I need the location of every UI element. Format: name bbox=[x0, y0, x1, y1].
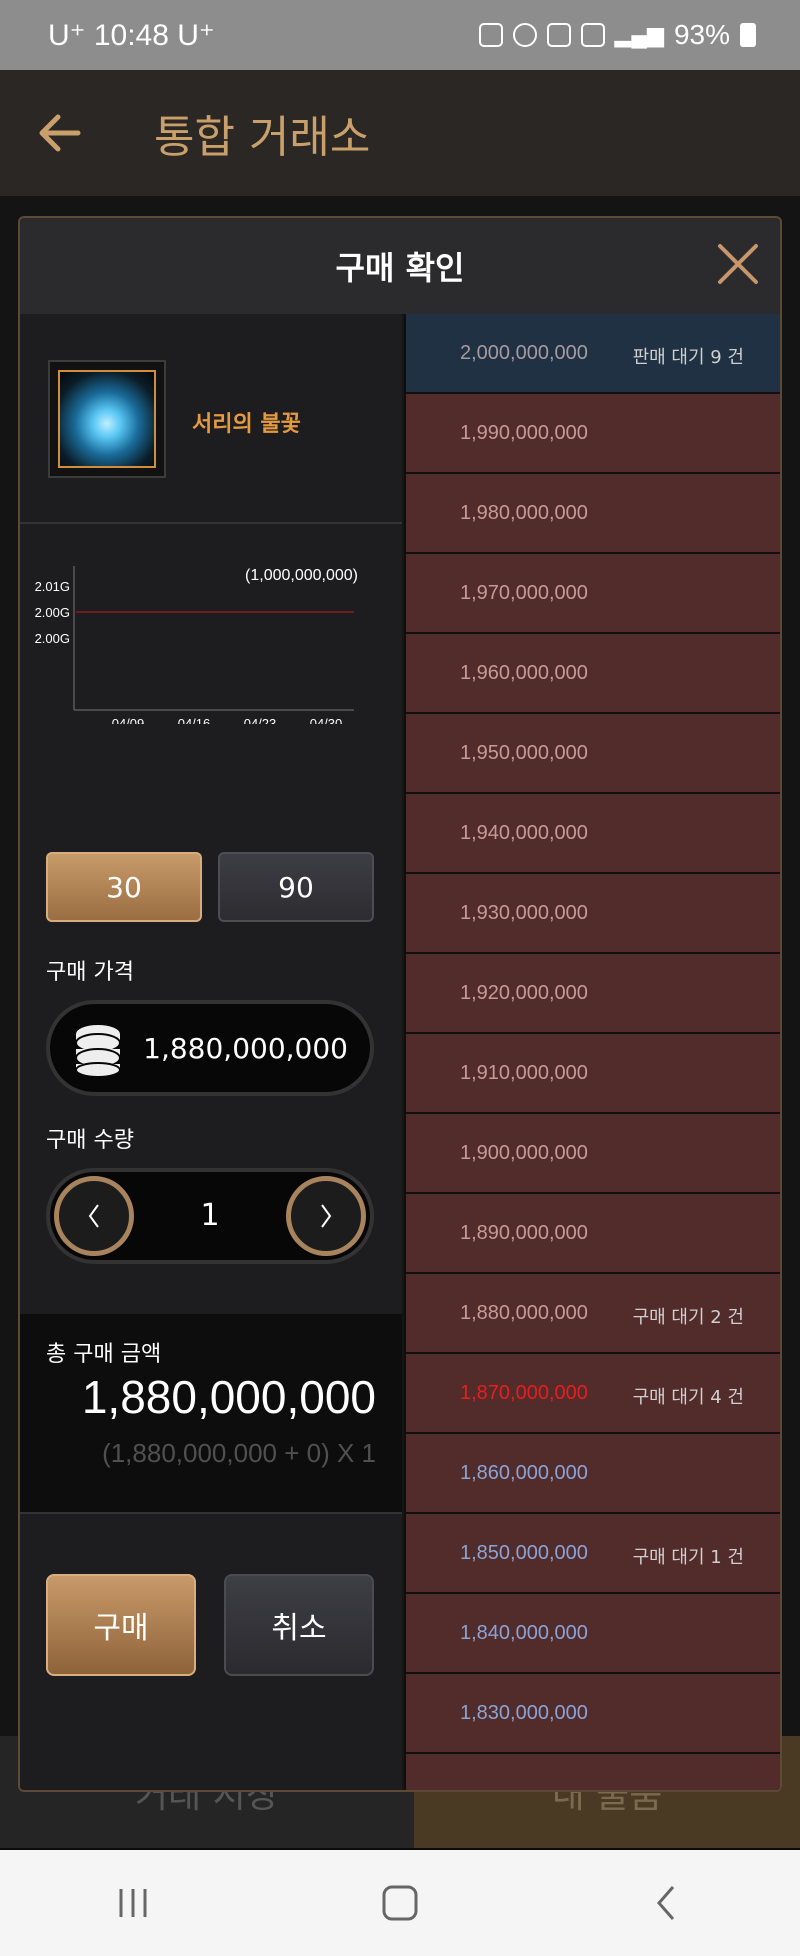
price-row[interactable]: 1,910,000,000 bbox=[404, 1034, 780, 1114]
alarm-icon bbox=[512, 23, 537, 47]
x-tick-label: 04/23 bbox=[244, 716, 277, 724]
back-arrow-icon[interactable] bbox=[34, 107, 86, 159]
total-formula: (1,880,000,000 + 0) X 1 bbox=[102, 1438, 376, 1468]
back-icon[interactable] bbox=[637, 1873, 697, 1933]
period-selector: 30 90 bbox=[46, 852, 374, 924]
price-row[interactable]: 1,990,000,000 bbox=[404, 394, 780, 474]
close-icon[interactable] bbox=[714, 240, 762, 288]
price-row-value: 1,900,000,000 bbox=[460, 1142, 588, 1164]
price-list-panel[interactable]: 2,000,000,000 판매 대기 9 건 1,990,000,000 1,980… bbox=[402, 314, 780, 1790]
purchase-confirm-dialog: 구매 확인 서리의 불꽃 2.01G 2.00G 2.00G 04/09 04/16 04… bbox=[18, 216, 782, 1792]
total-label: 총 구매 금액 bbox=[46, 1342, 162, 1367]
price-row-value: 1,890,000,000 bbox=[460, 1222, 588, 1244]
price-row-note: 판매 대기 9 건 bbox=[632, 347, 744, 368]
page-title: 통합 거래소 bbox=[154, 112, 371, 163]
recents-icon[interactable] bbox=[103, 1873, 163, 1933]
price-row[interactable]: 1,970,000,000 bbox=[404, 554, 780, 634]
price-row[interactable]: 1,920,000,000 bbox=[404, 954, 780, 1034]
frost-flame-icon bbox=[58, 370, 156, 468]
price-row-value: 1,870,000,000 bbox=[460, 1382, 588, 1404]
price-row-note: 구매 대기 4 건 bbox=[632, 1387, 744, 1408]
price-row-value: 1,880,000,000 bbox=[460, 1302, 588, 1324]
price-row-value: 1,850,000,000 bbox=[460, 1542, 588, 1564]
dialog-header: 구매 확인 bbox=[20, 218, 780, 314]
y-tick-label: 2.00G bbox=[35, 605, 70, 620]
price-row[interactable]: 1,890,000,000 bbox=[404, 1194, 780, 1274]
price-row-value: 1,930,000,000 bbox=[460, 902, 588, 924]
price-row[interactable]: 1,830,000,000 bbox=[404, 1674, 780, 1754]
price-chart-svg: 2.01G 2.00G 2.00G 04/09 04/16 04/23 04/30 (1,0… bbox=[35, 566, 358, 724]
y-tick-label: 2.00G bbox=[35, 631, 70, 646]
price-row[interactable]: 1,960,000,000 bbox=[404, 634, 780, 714]
price-row-value: 1,830,000,000 bbox=[460, 1702, 588, 1724]
price-row-value: 1,920,000,000 bbox=[460, 982, 588, 1004]
chart-annotation: (1,000,000,000) bbox=[245, 567, 358, 584]
price-row[interactable]: 1,950,000,000 bbox=[404, 714, 780, 794]
status-bar: U⁺ 10:48 U⁺ ▂▄▆ 93% bbox=[0, 0, 800, 70]
period-30-button[interactable]: 30 bbox=[46, 852, 202, 922]
price-row[interactable] bbox=[404, 1754, 780, 1790]
price-row[interactable]: 1,940,000,000 bbox=[404, 794, 780, 874]
app-bar: 통합 거래소 bbox=[0, 70, 800, 196]
signal-icon: ▂▄▆ bbox=[614, 22, 664, 47]
dialog-title: 구매 확인 bbox=[335, 249, 465, 287]
price-row-value: 1,990,000,000 bbox=[460, 422, 588, 444]
price-row-value: 1,940,000,000 bbox=[460, 822, 588, 844]
5g-icon bbox=[580, 23, 605, 47]
price-input[interactable]: 1,880,000,000 bbox=[46, 1000, 374, 1096]
price-row[interactable]: 1,860,000,000 bbox=[404, 1434, 780, 1514]
x-tick-label: 04/16 bbox=[178, 716, 211, 724]
price-row-value: 1,970,000,000 bbox=[460, 582, 588, 604]
cancel-button[interactable]: 취소 bbox=[224, 1574, 374, 1676]
price-row[interactable]: 1,840,000,000 bbox=[404, 1594, 780, 1674]
price-row-value: 1,910,000,000 bbox=[460, 1062, 588, 1084]
item-info: 서리의 불꽃 bbox=[20, 314, 402, 524]
left-panel: 서리의 불꽃 2.01G 2.00G 2.00G 04/09 04/16 04/23 04/… bbox=[20, 314, 402, 1790]
price-row-value: 1,960,000,000 bbox=[460, 662, 588, 684]
home-icon[interactable] bbox=[370, 1873, 430, 1933]
mute-icon bbox=[546, 23, 571, 47]
lock-icon bbox=[478, 23, 503, 47]
price-label: 구매 가격 bbox=[46, 960, 134, 985]
price-row-value: 1,860,000,000 bbox=[460, 1462, 588, 1484]
battery-icon bbox=[740, 23, 756, 47]
price-row[interactable]: 1,900,000,000 bbox=[404, 1114, 780, 1194]
coin-stack-icon bbox=[75, 1025, 121, 1078]
price-value: 1,880,000,000 bbox=[143, 1032, 348, 1065]
price-row[interactable]: 1,870,000,000 구매 대기 4 건 bbox=[404, 1354, 780, 1434]
price-row[interactable]: 1,980,000,000 bbox=[404, 474, 780, 554]
price-row[interactable]: 1,930,000,000 bbox=[404, 874, 780, 954]
price-row[interactable]: 2,000,000,000 판매 대기 9 건 bbox=[404, 314, 780, 394]
buy-button[interactable]: 구매 bbox=[46, 1574, 196, 1676]
chevron-right-icon bbox=[321, 1204, 332, 1228]
total-section: 총 구매 금액 1,880,000,000 (1,880,000,000 + 0… bbox=[20, 1314, 402, 1514]
x-tick-label: 04/09 bbox=[112, 716, 145, 724]
price-row-value: 1,950,000,000 bbox=[460, 742, 588, 764]
total-value: 1,880,000,000 bbox=[81, 1371, 376, 1423]
price-list: 2,000,000,000 판매 대기 9 건 1,990,000,000 1,980… bbox=[404, 314, 780, 1790]
price-chart: 2.01G 2.00G 2.00G 04/09 04/16 04/23 04/30 (1,0… bbox=[20, 524, 402, 724]
item-frame bbox=[48, 360, 166, 478]
price-row-value: 1,840,000,000 bbox=[460, 1622, 588, 1644]
price-row[interactable]: 1,880,000,000 구매 대기 2 건 bbox=[404, 1274, 780, 1354]
increase-button[interactable] bbox=[286, 1176, 366, 1256]
price-row-value: 2,000,000,000 bbox=[460, 342, 588, 364]
price-row[interactable]: 1,850,000,000 구매 대기 1 건 bbox=[404, 1514, 780, 1594]
battery-percent: 93% bbox=[673, 19, 730, 50]
quantity-label: 구매 수량 bbox=[46, 1128, 134, 1153]
status-left: U⁺ 10:48 U⁺ bbox=[48, 18, 215, 52]
period-90-button[interactable]: 90 bbox=[218, 852, 374, 922]
price-row-value: 1,980,000,000 bbox=[460, 502, 588, 524]
navigation-bar bbox=[0, 1850, 800, 1956]
y-tick-label: 2.01G bbox=[35, 579, 70, 594]
quantity-stepper: 1 bbox=[46, 1168, 374, 1264]
item-name: 서리의 불꽃 bbox=[192, 412, 301, 437]
price-row-note: 구매 대기 2 건 bbox=[632, 1307, 744, 1328]
price-row-note: 구매 대기 1 건 bbox=[632, 1547, 744, 1568]
x-tick-label: 04/30 bbox=[310, 716, 343, 724]
status-right: ▂▄▆ 93% bbox=[478, 19, 756, 51]
action-buttons: 구매 취소 bbox=[46, 1574, 374, 1676]
